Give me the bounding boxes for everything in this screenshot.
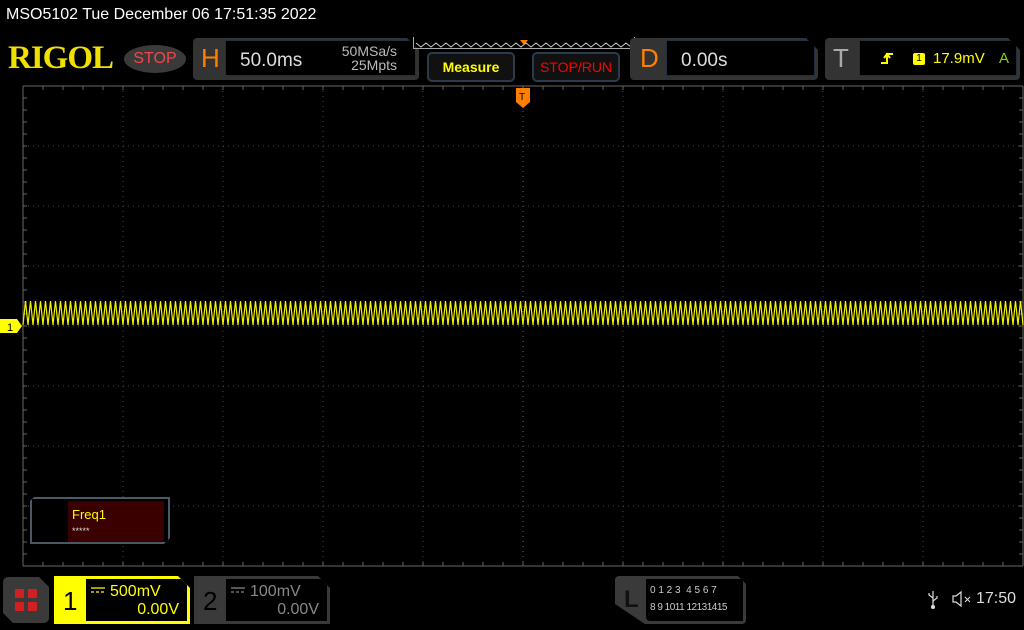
channel2-panel[interactable]: 2 100mV 0.00V [194,576,330,624]
logic-label: L [624,586,639,613]
dc-coupling-icon [91,587,105,593]
graticule [22,85,1024,567]
clock: 17:50 [976,590,1017,607]
usb-icon [928,591,938,609]
speaker-muted-icon[interactable] [951,590,973,608]
dc-coupling-icon [231,587,245,593]
logic-channels-0-7: 0 1 2 3 4 5 6 7 [650,585,717,596]
measurement-value: ***** [72,526,90,536]
trigger-position-marker[interactable]: T [516,88,530,108]
channel1-number: 1 [63,586,78,616]
channel1-offset: 0.00V [137,601,179,618]
logic-channels-8-15: 8 9 1011 12131415 [650,602,727,613]
main-menu-button[interactable] [3,577,49,623]
menu-grid-icon [3,577,49,623]
channel2-scale: 100mV [250,583,301,600]
measurement-box[interactable]: Freq1 ***** [30,497,170,544]
trigger-marker-label: T [519,92,525,103]
channel2-number: 2 [203,586,218,616]
channel1-marker[interactable]: 1 [0,319,22,334]
logic-analyzer-panel[interactable]: L 0 1 2 3 4 5 6 7 8 9 1011 12131415 [615,576,746,624]
channel2-offset: 0.00V [277,601,319,618]
channel1-marker-label: 1 [7,322,13,334]
channel1-panel[interactable]: 1 500mV 0.00V [54,576,190,624]
channel1-waveform [22,300,1024,326]
channel1-scale: 500mV [110,583,161,600]
measurement-name: Freq1 [72,507,106,522]
